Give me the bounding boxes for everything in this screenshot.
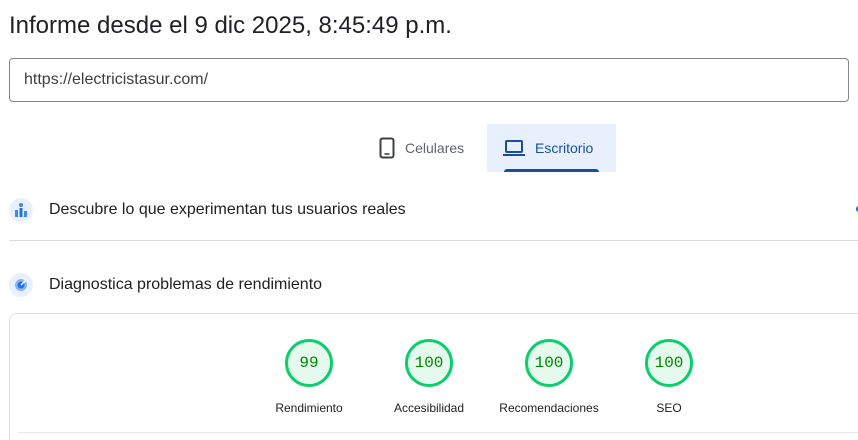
url-input[interactable] — [9, 58, 849, 102]
tab-mobile-label: Celulares — [405, 140, 465, 156]
smartphone-icon — [379, 137, 395, 159]
tab-mobile[interactable]: Celulares — [365, 124, 487, 172]
score-value: 100 — [525, 339, 573, 387]
score-label: Rendimiento — [275, 401, 343, 415]
diagnostics-section-label: Diagnostica problemas de rendimiento — [49, 276, 323, 293]
report-title: Informe desde el 9 dic 2025, 8:45:49 p.m… — [9, 12, 452, 39]
tab-desktop-label: Escritorio — [535, 140, 594, 156]
card-divider — [18, 432, 858, 433]
score-label: SEO — [656, 401, 682, 415]
score-label: Accesibilidad — [393, 401, 465, 415]
score-gauge-seo[interactable]: 100 SEO — [609, 339, 729, 415]
crux-section-label: Descubre lo que experimentan tus usuario… — [49, 201, 406, 218]
score-value: 100 — [405, 339, 453, 387]
device-tabs: Celulares Escritorio — [365, 124, 616, 172]
score-gauge-best-practices[interactable]: 100 Recomendaciones — [489, 339, 609, 415]
score-value: 100 — [645, 339, 693, 387]
crux-section-header[interactable]: Descubre lo que experimentan tus usuario… — [9, 198, 406, 222]
score-label: Recomendaciones — [499, 401, 599, 415]
users-chart-icon — [9, 198, 33, 222]
pagespeed-report-page: Informe desde el 9 dic 2025, 8:45:49 p.m… — [0, 0, 858, 440]
expand-icon[interactable]: ◖ — [853, 200, 858, 216]
lighthouse-icon — [9, 273, 33, 297]
section-divider — [9, 240, 858, 241]
laptop-icon — [503, 140, 525, 156]
score-value: 99 — [285, 339, 333, 387]
score-gauge-performance[interactable]: 99 Rendimiento — [249, 339, 369, 415]
tab-desktop[interactable]: Escritorio — [487, 124, 616, 172]
score-gauge-accessibility[interactable]: 100 Accesibilidad — [369, 339, 489, 415]
diagnostics-section-header: Diagnostica problemas de rendimiento — [9, 273, 322, 297]
